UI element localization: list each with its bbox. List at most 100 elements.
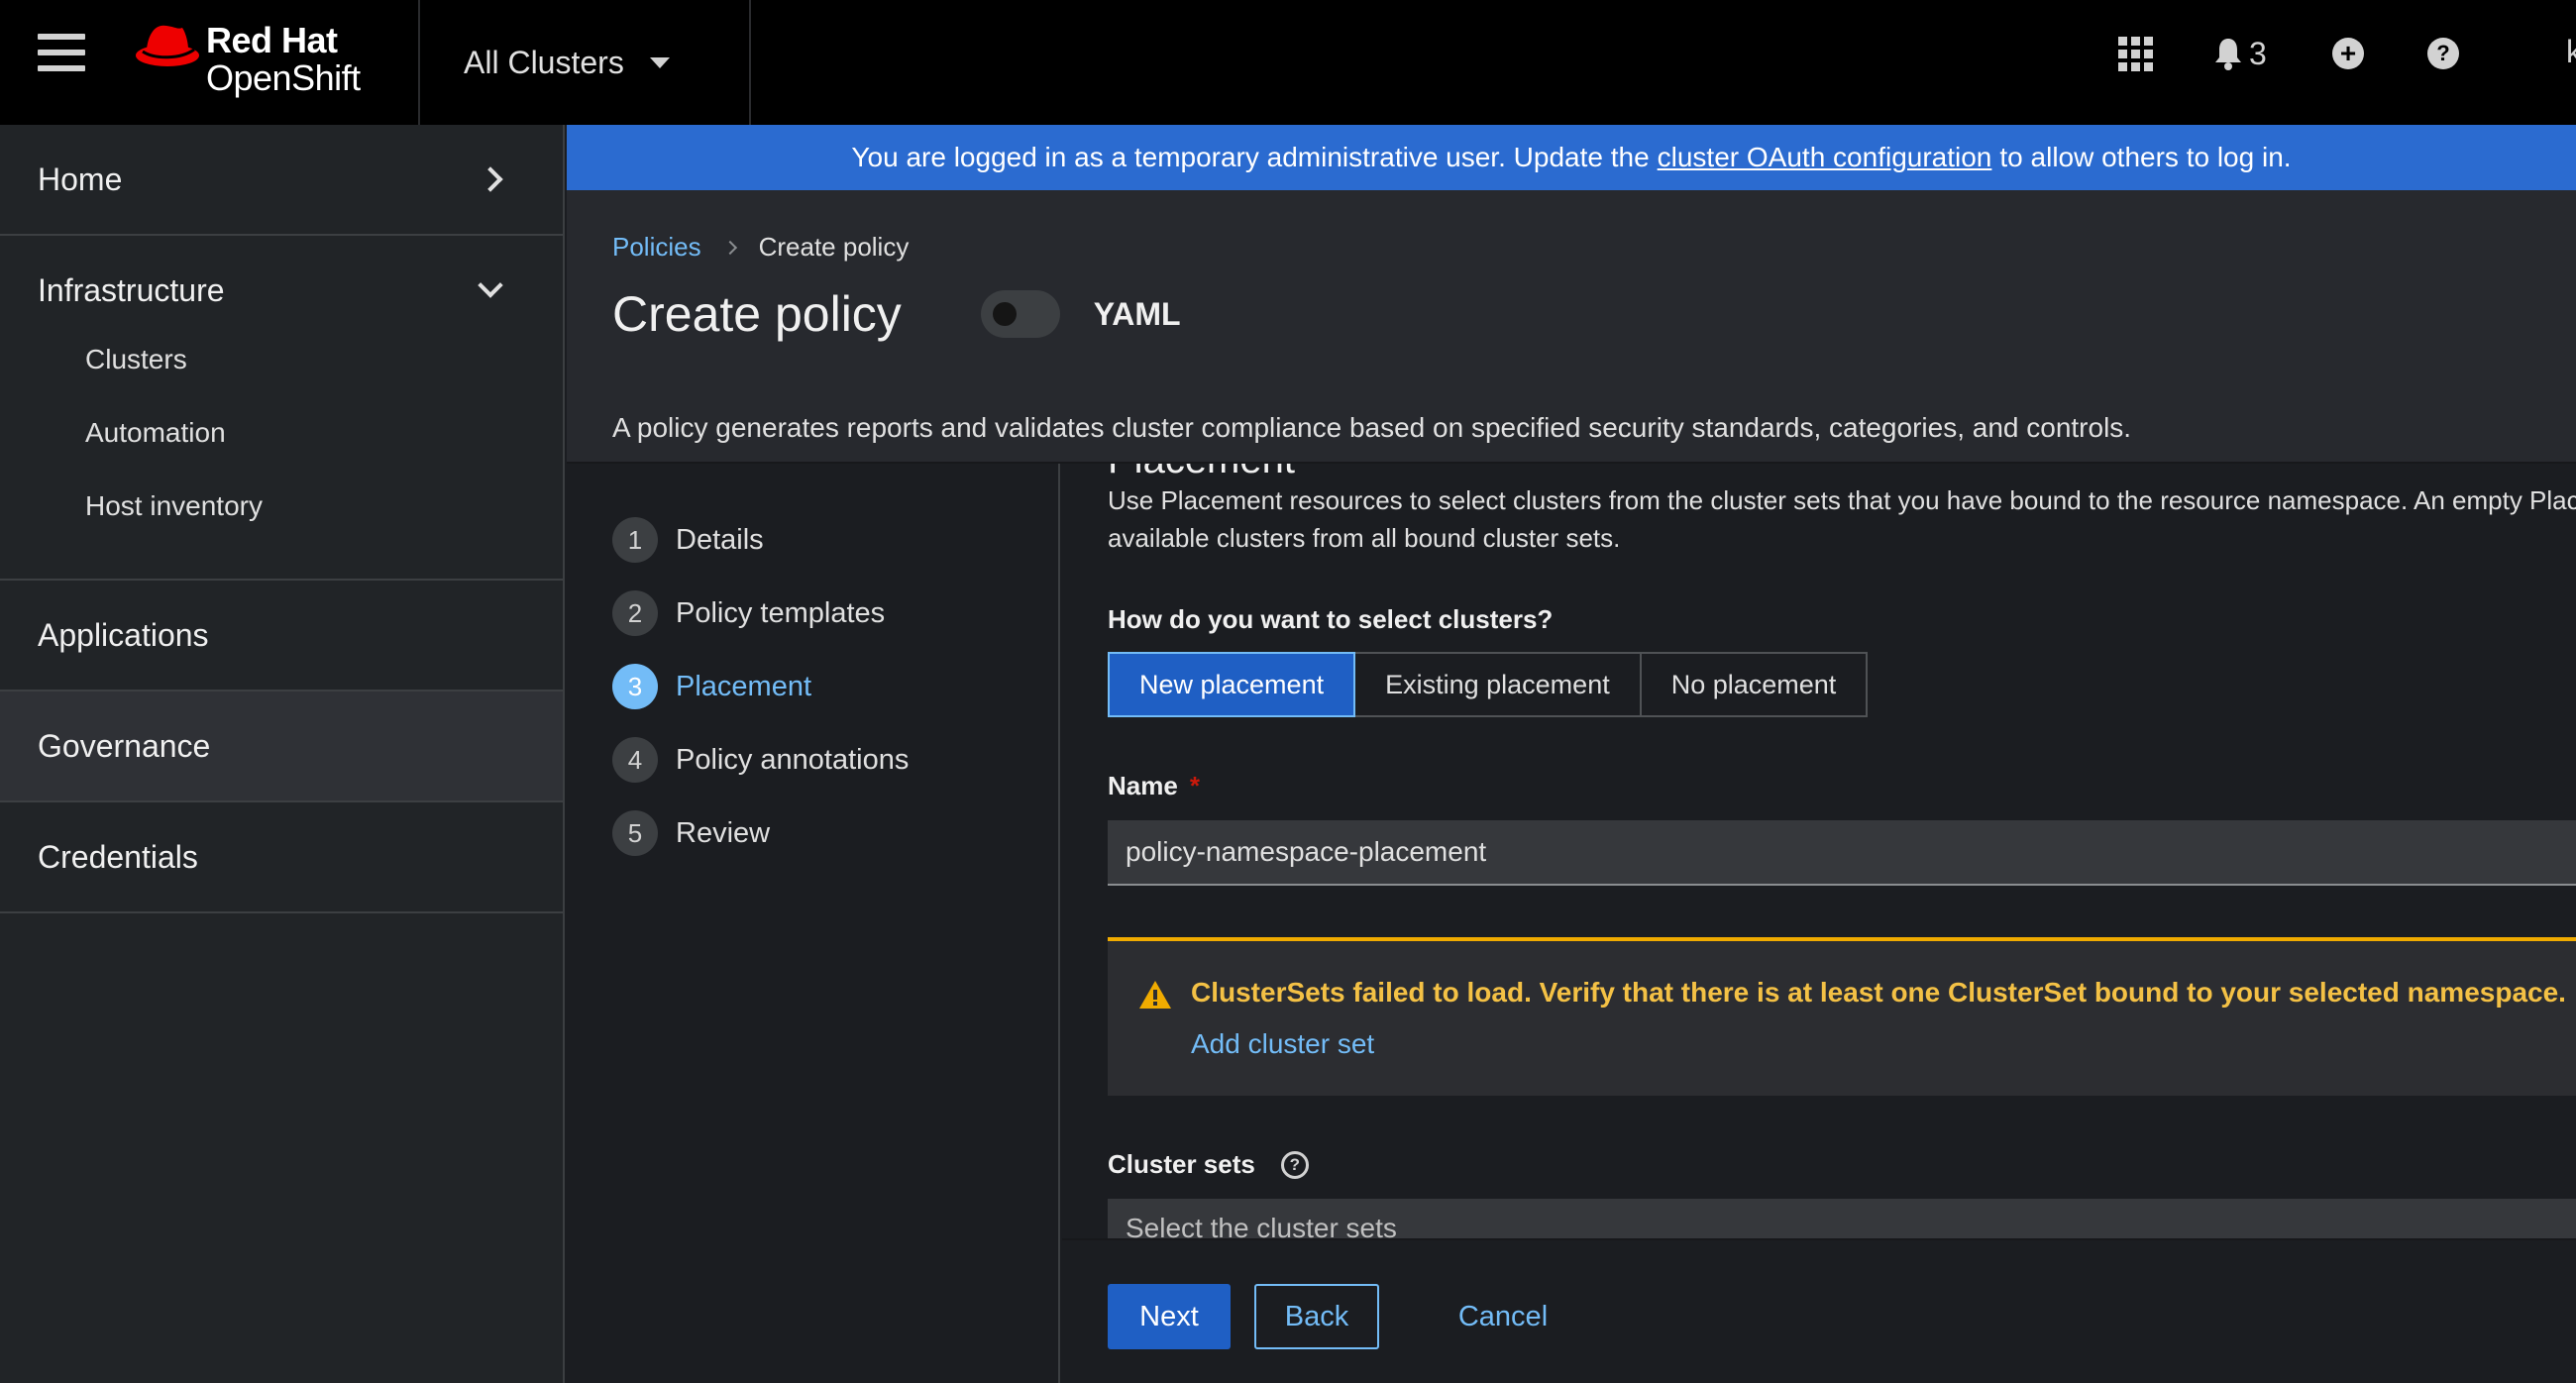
nav-item-label: Home [38, 160, 123, 197]
step-label: Review [676, 816, 771, 849]
sidebar-nav: Home Infrastructure Clusters Automation … [0, 125, 565, 1383]
placement-name-input[interactable] [1108, 820, 2576, 886]
masthead: Red Hat OpenShift All Clusters 3 + ? k [0, 0, 2576, 125]
step-number: 4 [612, 737, 658, 783]
nav-item-home[interactable]: Home [0, 125, 563, 234]
nav-section-credentials: Credentials [0, 802, 563, 913]
masthead-divider [749, 0, 751, 125]
nav-item-label: Infrastructure [38, 271, 225, 308]
page-description: A policy generates reports and validates… [612, 412, 2132, 443]
banner-text-after: to allow others to log in. [1999, 142, 2292, 172]
required-indicator: * [1189, 771, 1200, 800]
cluster-switcher[interactable]: All Clusters [420, 0, 749, 125]
nav-item-label: Governance [38, 727, 211, 764]
cluster-sets-label-text: Cluster sets [1108, 1149, 1255, 1179]
section-description-line: available clusters from all bound cluste… [1108, 523, 1621, 553]
nav-subitem-automation[interactable]: Automation [0, 396, 563, 470]
question-circle-icon: ? [2427, 38, 2459, 69]
wizard-step-placement[interactable]: 3 Placement [567, 650, 1058, 723]
cluster-sets-select[interactable]: Select the cluster sets [1108, 1199, 2576, 1238]
temp-admin-banner: You are logged in as a temporary adminis… [567, 125, 2576, 190]
step-label: Policy templates [676, 596, 886, 629]
page-title: Create policy [612, 286, 902, 342]
wizard-step-policy-annotations[interactable]: 4 Policy annotations [567, 723, 1058, 797]
step-number: 2 [612, 590, 658, 636]
cluster-switcher-label: All Clusters [464, 44, 624, 80]
title-row: Create policy YAML [612, 285, 1181, 343]
select-clusters-question: How do you want to select clusters? [1108, 604, 1554, 634]
breadcrumb-separator-icon [722, 240, 737, 255]
clustersets-warning-alert: ClusterSets failed to load. Verify that … [1108, 937, 2576, 1096]
main-content: You are logged in as a temporary adminis… [567, 125, 2576, 1383]
step-label: Policy annotations [676, 743, 910, 776]
step-number: 1 [612, 517, 658, 563]
wizard-body[interactable]: Placement Use Placement resources to sel… [1062, 464, 2576, 1238]
wizard-step-policy-templates[interactable]: 2 Policy templates [567, 577, 1058, 650]
create-policy-wizard: 1 Details 2 Policy templates 3 Placement… [567, 464, 2576, 1383]
breadcrumb-policies-link[interactable]: Policies [612, 232, 701, 263]
wizard-step-details[interactable]: 1 Details [567, 503, 1058, 577]
nav-item-governance[interactable]: Governance [0, 692, 563, 800]
step-number: 3 [612, 664, 658, 709]
next-button[interactable]: Next [1108, 1284, 1231, 1349]
bell-icon [2215, 39, 2241, 70]
wizard-footer: Next Back Cancel [1062, 1238, 2576, 1383]
chevron-down-icon [478, 272, 503, 298]
nav-item-label: Applications [38, 616, 209, 653]
back-button[interactable]: Back [1254, 1284, 1379, 1349]
wizard-steps-nav: 1 Details 2 Policy templates 3 Placement… [567, 464, 1060, 1383]
help-button[interactable]: ? [2427, 34, 2459, 73]
step-label: Details [676, 523, 764, 556]
red-hat-icon [136, 25, 199, 66]
name-label-text: Name [1108, 771, 1178, 800]
brand-name-line1: Red Hat [206, 20, 338, 60]
breadcrumb: Policies Create policy [612, 232, 909, 263]
plus-circle-icon: + [2332, 38, 2364, 69]
warning-triangle-icon [1139, 981, 1171, 1009]
existing-placement-button[interactable]: Existing placement [1355, 654, 1642, 715]
toggle-knob [992, 302, 1017, 326]
caret-down-icon [649, 56, 670, 68]
help-circle-icon[interactable]: ? [1280, 1150, 1309, 1179]
section-description-line: Use Placement resources to select cluste… [1108, 485, 2576, 515]
cluster-sets-label: Cluster sets ? [1108, 1149, 1309, 1180]
no-placement-button[interactable]: No placement [1641, 654, 1867, 715]
notification-count: 3 [2249, 35, 2267, 71]
section-description: Use Placement resources to select cluste… [1108, 481, 2576, 557]
cancel-button[interactable]: Cancel [1419, 1284, 1587, 1349]
nav-subitems: Clusters Automation Host inventory [0, 323, 563, 579]
nav-section-infrastructure: Infrastructure Clusters Automation Host … [0, 236, 563, 581]
banner-text-before: You are logged in as a temporary adminis… [851, 142, 1650, 172]
new-placement-button[interactable]: New placement [1108, 652, 1356, 717]
nav-section-applications: Applications [0, 581, 563, 692]
apps-grid-icon [2118, 36, 2153, 71]
breadcrumb-current: Create policy [758, 232, 910, 262]
notifications-button[interactable]: 3 [2213, 34, 2267, 73]
chevron-right-icon [478, 166, 503, 192]
add-cluster-set-link[interactable]: Add cluster set [1191, 1028, 1374, 1060]
nav-item-applications[interactable]: Applications [0, 581, 563, 690]
brand-logo[interactable]: Red Hat OpenShift [131, 16, 388, 105]
page-header: Policies Create policy Create policy YAM… [567, 190, 2576, 464]
user-menu-button[interactable]: k [2566, 34, 2576, 70]
app-launcher-button[interactable] [2118, 34, 2153, 73]
section-title: Placement [1108, 464, 1295, 482]
cluster-oauth-link[interactable]: cluster OAuth configuration [1658, 142, 1992, 173]
yaml-toggle-label: YAML [1093, 295, 1181, 332]
hamburger-menu-icon[interactable] [38, 34, 85, 73]
wizard-step-review[interactable]: 5 Review [567, 797, 1058, 870]
nav-subitem-host-inventory[interactable]: Host inventory [0, 470, 563, 543]
nav-subitem-clusters[interactable]: Clusters [0, 323, 563, 396]
quick-create-button[interactable]: + [2332, 34, 2364, 73]
step-label: Placement [676, 670, 812, 702]
yaml-toggle[interactable] [980, 290, 1060, 338]
nav-section-home: Home [0, 125, 563, 236]
alert-title: ClusterSets failed to load. Verify that … [1191, 977, 2566, 1008]
placement-toggle-group: New placement Existing placement No plac… [1108, 652, 1869, 717]
step-number: 5 [612, 810, 658, 856]
nav-item-label: Credentials [38, 838, 198, 875]
brand-name-line2: OpenShift [206, 57, 361, 98]
nav-section-governance: Governance [0, 692, 563, 802]
nav-item-credentials[interactable]: Credentials [0, 802, 563, 911]
name-field-label: Name * [1108, 771, 1200, 801]
